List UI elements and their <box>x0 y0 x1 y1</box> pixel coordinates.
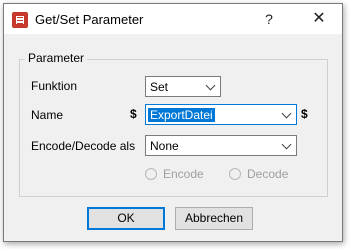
group-label: Parameter <box>25 51 88 65</box>
title-bar[interactable]: Get/Set Parameter ? ✕ <box>4 4 342 34</box>
funktion-label: Funktion <box>31 79 78 93</box>
chevron-down-icon <box>281 108 292 119</box>
encode-label: Encode/Decode als <box>31 139 136 153</box>
decode-radio[interactable] <box>229 168 241 180</box>
window-title: Get/Set Parameter <box>35 12 144 27</box>
name-label: Name <box>31 108 64 122</box>
encode-dropdown[interactable]: None <box>145 135 297 156</box>
cancel-button[interactable]: Abbrechen <box>175 207 253 230</box>
close-button[interactable]: ✕ <box>296 4 342 34</box>
name-suffix: $ <box>301 107 308 121</box>
name-prefix: $ <box>130 107 137 121</box>
encode-value: None <box>150 139 179 153</box>
funktion-value: Set <box>150 80 169 94</box>
funktion-dropdown[interactable]: Set <box>145 76 221 97</box>
chevron-down-icon <box>281 139 292 150</box>
encode-radio-label: Encode <box>163 167 204 181</box>
app-table-icon <box>12 12 28 28</box>
chevron-down-icon <box>205 80 216 91</box>
decode-radio-label: Decode <box>247 167 289 181</box>
encode-radio[interactable] <box>145 168 157 180</box>
dialog-window: Get/Set Parameter ? ✕ Parameter Funktion… <box>3 3 343 242</box>
help-button[interactable]: ? <box>250 4 288 34</box>
name-value: ExportDatei <box>148 108 215 122</box>
name-dropdown[interactable]: ExportDatei <box>145 104 297 125</box>
ok-button[interactable]: OK <box>87 207 165 230</box>
